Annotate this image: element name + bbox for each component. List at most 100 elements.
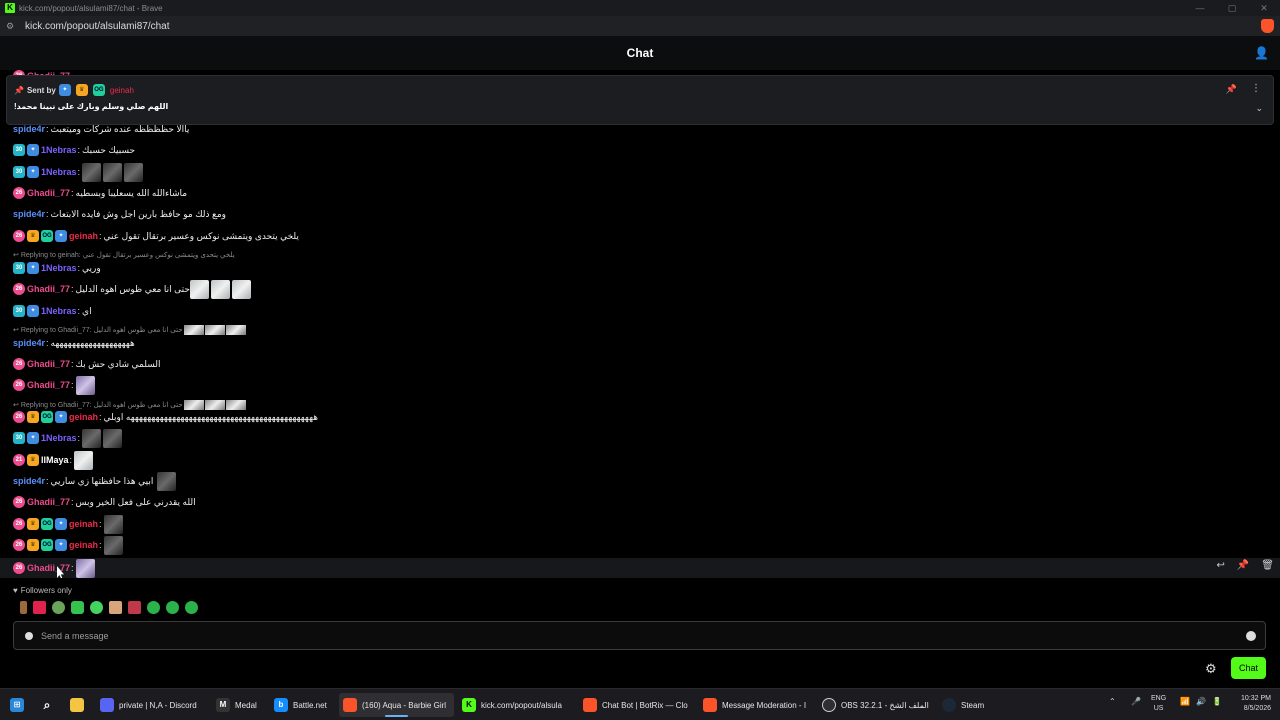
chat-username[interactable]: geinah	[69, 540, 98, 550]
send-chat-button[interactable]: Chat	[1231, 657, 1266, 679]
quick-emote[interactable]	[52, 601, 65, 614]
taskbar-item-botrix[interactable]: Chat Bot | BotRix — Clo	[583, 693, 693, 717]
chat-messages[interactable]: 📌 Sent by ✦ ♛ OG geinah اللهم صلي وسلم و…	[0, 70, 1280, 580]
chat-username[interactable]: 1Nebras	[41, 263, 77, 273]
chat-message[interactable]: 26 Ghadii_77: حتى انا معي ظوس اهوه الدلي…	[13, 279, 253, 299]
close-button[interactable]: ✕	[1248, 0, 1280, 16]
og-badge-icon: OG	[41, 230, 53, 242]
chat-message[interactable]: 26 ♛ OG ✦ geinah: هههههههههههههههههههههه…	[13, 407, 318, 427]
chat-username[interactable]: spide4r	[13, 209, 45, 219]
chat-message[interactable]: spide4r: هههههههههههههههههههه	[13, 333, 135, 353]
verified-badge-icon: ✦	[27, 305, 39, 317]
site-info-icon[interactable]: ⚙	[6, 21, 16, 32]
chat-message[interactable]: spide4r: ومع ذلك مو حافظ بارين اجل وش فا…	[13, 204, 226, 224]
chat-username[interactable]: geinah	[69, 231, 98, 241]
maximize-button[interactable]: ▢	[1216, 0, 1248, 16]
chat-message[interactable]: 30 ✦ 1Nebras: اي	[13, 301, 92, 321]
crown-badge-icon: ♛	[27, 454, 39, 466]
battery-icon[interactable]: 🔋	[1212, 697, 1222, 706]
chat-message[interactable]: 26 Ghadii_77: السلمي شادي حش بك	[13, 354, 160, 374]
chat-message[interactable]: 30 ✦ 1Nebras:	[13, 428, 124, 448]
emote-image	[189, 279, 209, 299]
chat-username[interactable]: Ghadii_77	[27, 380, 70, 390]
taskbar-item-medal[interactable]: M Medal	[216, 693, 266, 717]
taskbar-item-obs[interactable]: OBS 32.2.1 - الملف الشخ	[822, 693, 934, 717]
chat-message[interactable]: 26 Ghadii_77:	[13, 558, 97, 578]
chat-message[interactable]: 26 ♛ OG ✦ geinah:	[13, 535, 125, 555]
unpin-icon[interactable]: 📌	[1226, 84, 1237, 95]
taskbar-item-battlenet[interactable]: b Battle.net	[274, 693, 334, 717]
users-icon[interactable]: 👤	[1254, 46, 1269, 60]
chat-username[interactable]: llMaya	[41, 455, 69, 465]
taskbar-item-kick[interactable]: Kkick.com/popout/alsula	[462, 693, 574, 717]
quick-emote[interactable]	[20, 601, 27, 614]
chevron-down-icon[interactable]: ⌄	[1255, 103, 1263, 114]
more-options-icon[interactable]: ⋮	[1251, 83, 1261, 94]
taskbar-item-steam[interactable]: Steam	[942, 693, 992, 717]
chat-message[interactable]: 26 ♛ OG ✦ geinah:	[13, 514, 125, 534]
pinned-header: 📌 Sent by ✦ ♛ OG geinah	[14, 84, 134, 96]
chat-username[interactable]: 1Nebras	[41, 306, 77, 316]
quick-emote[interactable]	[90, 601, 103, 614]
chat-username[interactable]: 1Nebras	[41, 167, 77, 177]
emote-image	[103, 514, 123, 534]
chat-username[interactable]: spide4r	[13, 338, 45, 348]
microphone-icon[interactable]: 🎤	[1131, 697, 1141, 706]
chat-username[interactable]: Ghadii_77	[27, 497, 70, 507]
brave-shield-icon[interactable]	[1261, 19, 1274, 33]
volume-icon[interactable]: 🔊	[1196, 697, 1206, 706]
chat-message-text: هههههههههههههههههههه	[50, 337, 135, 348]
chat-username[interactable]: Ghadii_77	[27, 188, 70, 198]
verified-badge-icon: ✦	[58, 84, 71, 96]
chat-username[interactable]: Ghadii_77	[27, 563, 70, 573]
minimize-button[interactable]: —	[1184, 0, 1216, 16]
pinned-username[interactable]: geinah	[110, 86, 134, 95]
taskbar-item-moderation[interactable]: Message Moderation - I	[703, 693, 815, 717]
message-input[interactable]	[41, 630, 1221, 641]
chat-message[interactable]: 30 ✦ 1Nebras:	[13, 162, 145, 182]
chevron-up-icon[interactable]: ⌃	[1109, 697, 1116, 706]
taskbar-item-youtube[interactable]: (160) Aqua - Barbie Girl	[339, 693, 454, 717]
chat-message[interactable]: 26 Ghadii_77: الله يقدرني على فعل الخير …	[13, 492, 196, 512]
emote-image	[103, 535, 123, 555]
taskbar-item-discord[interactable]: private | N,A - Discord	[100, 693, 210, 717]
chat-message[interactable]: 30 ✦ 1Nebras: حسبيك حسبك	[13, 140, 135, 160]
wifi-icon[interactable]: 📶	[1180, 697, 1190, 706]
chat-username[interactable]: spide4r	[13, 476, 45, 486]
chat-username[interactable]: Ghadii_77	[27, 359, 70, 369]
chat-identity-icon[interactable]	[25, 631, 33, 640]
pinned-message[interactable]: 📌 Sent by ✦ ♛ OG geinah اللهم صلي وسلم و…	[6, 75, 1274, 125]
gear-icon[interactable]: ⚙	[1205, 661, 1217, 677]
file-explorer-button[interactable]	[70, 693, 92, 717]
message-input-box[interactable]	[13, 621, 1266, 650]
chat-message[interactable]: 26 Ghadii_77: ماشاءالله الله يسعليبا وبس…	[13, 183, 187, 203]
quick-emote[interactable]	[109, 601, 122, 614]
search-button[interactable]: ⌕	[40, 693, 62, 717]
quick-emote[interactable]	[33, 601, 46, 614]
quick-emote[interactable]	[71, 601, 84, 614]
emoji-picker-icon[interactable]	[1246, 631, 1256, 641]
chat-username[interactable]: geinah	[69, 412, 98, 422]
quick-emote[interactable]	[147, 601, 160, 614]
quick-emote[interactable]	[185, 601, 198, 614]
chat-username[interactable]: 1Nebras	[41, 433, 77, 443]
quick-emote[interactable]	[166, 601, 179, 614]
chat-message[interactable]: spide4r: ابيي هذا حافظتها زي ساريي	[13, 471, 178, 491]
chat-username[interactable]: 1Nebras	[41, 145, 77, 155]
clock[interactable]: 10:32 PM 8/5/2026	[1229, 694, 1271, 714]
chat-username[interactable]: spide4r	[13, 124, 45, 134]
chat-username[interactable]: Ghadii_77	[27, 284, 70, 294]
chat-username[interactable]: geinah	[69, 519, 98, 529]
chat-message[interactable]: 26 Ghadii_77:	[13, 375, 97, 395]
chat-message[interactable]: 30 ✦ 1Nebras: وريي	[13, 258, 101, 278]
quick-emote[interactable]	[128, 601, 141, 614]
url-text[interactable]: kick.com/popout/alsulami87/chat	[25, 21, 170, 32]
pin-icon[interactable]: 📌	[1237, 560, 1249, 571]
start-button[interactable]: ⊞	[10, 693, 32, 717]
chat-message[interactable]: 21 ♛ llMaya:	[13, 450, 95, 470]
delete-icon[interactable]: 🗑	[1261, 560, 1274, 571]
address-bar[interactable]: ⚙ kick.com/popout/alsulami87/chat	[0, 16, 1280, 36]
chat-message[interactable]: 26 ♛ OG ✦ geinah: يلخي يتحدى ويتمشى نوكس…	[13, 226, 299, 246]
reply-icon[interactable]: ↩	[1216, 560, 1224, 571]
language-indicator[interactable]: ENG US	[1151, 694, 1166, 714]
